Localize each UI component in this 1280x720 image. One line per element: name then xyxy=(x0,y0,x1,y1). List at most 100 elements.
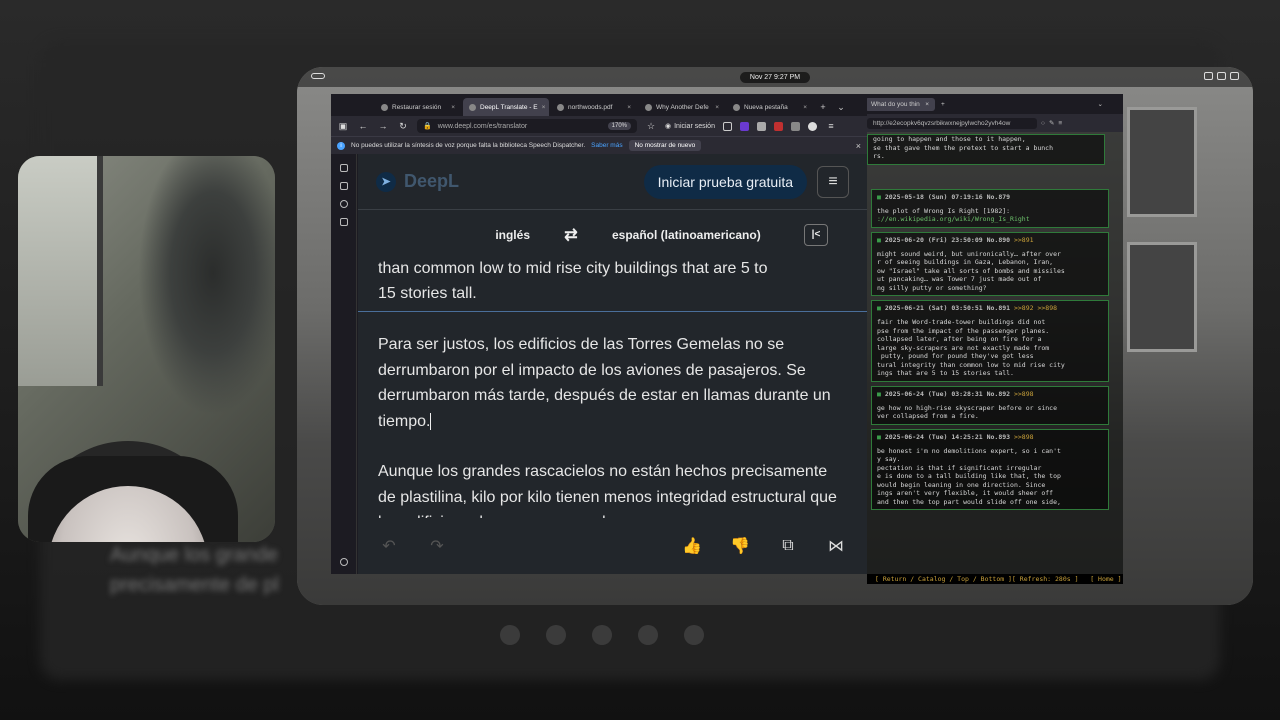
extension-icon[interactable]: ✎ xyxy=(1049,119,1054,127)
ib-tab[interactable]: What do you thin × xyxy=(865,97,935,111)
post-line: ings that are 5 to 15 stories tall. xyxy=(877,369,1014,377)
start-free-trial-button[interactable]: Iniciar prueba gratuita xyxy=(643,164,807,199)
target-language-select[interactable]: español (latinoamericano) xyxy=(612,228,782,242)
extension-icon[interactable] xyxy=(739,121,749,131)
tab-label: Restaurar sesión xyxy=(392,103,442,111)
dont-show-again-button[interactable]: No mostrar de nuevo xyxy=(628,140,702,151)
webcam-feed xyxy=(18,156,275,542)
translation-paragraph: Aunque los grandes rascacielos no están … xyxy=(378,463,837,518)
source-text-area[interactable]: than common low to mid rise city buildin… xyxy=(358,259,867,311)
dock-icon xyxy=(546,625,566,645)
forward-icon[interactable]: → xyxy=(377,121,389,131)
firefox-window: Restaurar sesión × DeepL Translate - E × nor… xyxy=(331,94,867,574)
tab[interactable]: Why Another Defe × xyxy=(639,98,725,116)
system-tray[interactable] xyxy=(1204,72,1239,80)
post-line: pectation is that if significant irregul… xyxy=(877,463,1042,472)
close-icon[interactable]: × xyxy=(715,104,719,111)
translation-text-area[interactable]: Para ser justos, los edificios de las To… xyxy=(358,311,867,518)
shield-icon[interactable]: ○ xyxy=(1041,120,1045,127)
post-line: pse from the impact of the passenger pla… xyxy=(877,326,1050,335)
url-bar[interactable]: 🔒 www.deepl.com/es/translator 170% xyxy=(417,119,637,133)
post-date[interactable]: 2025-06-24 (Tue) 14:25:21 No.893 xyxy=(885,433,1010,441)
ib-url[interactable]: http://e2ecopkv6qvzsrbikwxnejpylwcho2yvh… xyxy=(867,117,1037,129)
ib-post: ■ 2025-05-18 (Sun) 07:19:16 No.879 the p… xyxy=(871,188,1109,228)
post-line: ://en.wikipedia.org/wiki/Wrong_Is_Right xyxy=(877,215,1030,223)
post-replies[interactable]: >>891 xyxy=(1014,236,1034,244)
sidebar-toggle-icon[interactable]: ▣ xyxy=(337,121,349,132)
signin-button[interactable]: ◉ Iniciar sesión xyxy=(665,122,715,131)
close-icon[interactable]: × xyxy=(856,141,861,151)
reload-icon[interactable]: ↻ xyxy=(397,121,409,132)
dock-icon xyxy=(638,625,658,645)
extension-icon[interactable] xyxy=(773,121,783,131)
chevron-down-icon[interactable]: ⌄ xyxy=(1098,100,1103,108)
clock[interactable]: Nov 27 9:27 PM xyxy=(739,71,811,83)
zoom-indicator[interactable]: 170% xyxy=(607,122,631,130)
activities-icon[interactable] xyxy=(311,73,325,79)
deepl-logo[interactable]: ➤ DeepL xyxy=(376,171,459,192)
power-icon[interactable] xyxy=(1230,72,1239,80)
swap-languages-icon[interactable]: ⇄ xyxy=(530,225,612,245)
undo-icon[interactable]: ↶ xyxy=(378,536,400,556)
close-icon[interactable]: × xyxy=(542,104,546,111)
share-icon[interactable]: ⋈ xyxy=(825,536,847,556)
new-tab-icon[interactable]: + xyxy=(941,101,945,108)
post-date[interactable]: 2025-06-21 (Sat) 03:50:51 No.891 xyxy=(885,304,1010,312)
tab[interactable]: DeepL Translate - E × xyxy=(463,98,549,116)
post-line: large sky-scrapers are not exactly made … xyxy=(877,343,1050,352)
copy-icon[interactable]: ⧉ xyxy=(777,537,799,555)
volume-icon[interactable] xyxy=(1217,72,1226,80)
info-icon: i xyxy=(337,141,345,150)
hamburger-menu-button[interactable]: ≡ xyxy=(817,165,849,198)
tab[interactable]: Restaurar sesión × xyxy=(375,98,461,116)
post-replies[interactable]: >>892 >>898 xyxy=(1014,304,1057,312)
history-icon[interactable] xyxy=(339,200,348,208)
ib-post: ■ 2025-06-20 (Fri) 23:50:09 No.890 >>891… xyxy=(871,231,1109,296)
ib-tab-label: What do you thin xyxy=(871,100,920,108)
ib-footer-nav[interactable]: [ Return / Catalog / Top / Bottom ][ Ref… xyxy=(867,574,1123,584)
back-icon[interactable]: ← xyxy=(357,121,369,131)
post-date[interactable]: 2025-06-20 (Fri) 23:50:09 No.890 xyxy=(885,236,1010,244)
close-icon[interactable]: × xyxy=(451,104,455,111)
ai-chat-icon[interactable] xyxy=(339,164,348,172)
tab[interactable]: Nueva pestaña × xyxy=(727,98,813,116)
source-text-line: than common low to mid rise city buildin… xyxy=(378,260,768,277)
synced-tabs-icon[interactable] xyxy=(339,182,348,190)
new-tab-icon[interactable]: + xyxy=(815,98,831,116)
bookmarks-icon[interactable] xyxy=(339,218,348,226)
network-icon[interactable] xyxy=(1204,72,1213,80)
post-author: ■ xyxy=(877,304,885,312)
post-line: ng silly putty or something? xyxy=(877,283,987,292)
source-language-select[interactable]: inglés xyxy=(358,228,530,242)
bookmark-star-icon[interactable]: ☆ xyxy=(645,121,657,132)
tab[interactable]: northwoods.pdf × xyxy=(551,98,637,116)
thumbs-down-icon[interactable]: 👎 xyxy=(729,536,751,556)
redo-icon[interactable]: ↷ xyxy=(426,536,448,556)
post-line: and then the top part would slide off on… xyxy=(877,497,1061,506)
favicon-icon xyxy=(645,103,652,111)
tab-label: Nueva pestaña xyxy=(744,103,788,111)
close-icon[interactable]: × xyxy=(925,101,929,108)
learn-more-link[interactable]: Saber más xyxy=(591,142,622,149)
collapse-panel-icon[interactable]: |< xyxy=(804,223,828,246)
post-header: ■ 2025-06-24 (Tue) 14:25:21 No.893 >>898 xyxy=(877,433,1103,441)
close-icon[interactable]: × xyxy=(803,104,807,111)
tab-list-icon[interactable]: ⌄ xyxy=(833,98,849,116)
source-text-line: 15 stories tall. xyxy=(378,285,477,302)
favicon-icon xyxy=(733,103,740,111)
post-replies[interactable]: >>898 xyxy=(1014,433,1034,441)
ib-thread: going to happen and those to it happen, … xyxy=(867,132,1123,584)
extension-icon[interactable] xyxy=(756,121,766,131)
extension-icon[interactable] xyxy=(807,121,817,131)
post-replies[interactable]: >>898 xyxy=(1014,390,1034,398)
menu-icon[interactable]: ≡ xyxy=(1058,120,1062,127)
menu-icon[interactable]: ≡ xyxy=(825,121,837,131)
post-date[interactable]: 2025-05-18 (Sun) 07:19:16 No.879 xyxy=(885,193,1010,201)
close-icon[interactable]: × xyxy=(627,104,631,111)
extension-icon[interactable] xyxy=(722,121,732,131)
extension-icon[interactable] xyxy=(790,121,800,131)
settings-icon[interactable] xyxy=(339,558,348,566)
url-text[interactable]: www.deepl.com/es/translator xyxy=(438,123,527,130)
thumbs-up-icon[interactable]: 👍 xyxy=(681,536,703,556)
post-date[interactable]: 2025-06-24 (Tue) 03:28:31 No.892 xyxy=(885,390,1010,398)
